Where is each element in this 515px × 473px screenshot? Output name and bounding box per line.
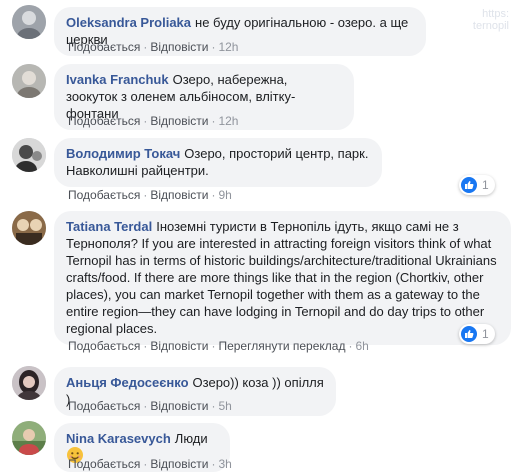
comment-actions: Подобається · Відповісти · 12h [68, 40, 238, 54]
watermark-line: https: [482, 8, 509, 20]
comment-timestamp[interactable]: 9h [218, 188, 231, 202]
separator: · [211, 399, 216, 413]
like-link[interactable]: Подобається [68, 40, 140, 54]
commenter-name[interactable]: Володимир Токач [66, 146, 180, 161]
comment-actions: Подобається · Відповісти · 5h [68, 399, 232, 413]
like-link[interactable]: Подобається [68, 188, 140, 202]
commenter-name[interactable]: Ivanka Franchuk [66, 72, 169, 87]
comment-bubble: Володимир Токач Озеро, просторий центр, п… [54, 138, 382, 187]
commenter-name[interactable]: Oleksandra Proliaka [66, 15, 191, 30]
comment-text: Іноземні туристи в Тернопіль ідуть, якщо… [66, 219, 497, 336]
comment-actions: Подобається · Відповісти · 9h [68, 188, 232, 202]
comment-text: Люди [174, 431, 208, 446]
thumbs-up-icon [461, 326, 477, 342]
separator: · [348, 339, 353, 353]
comment-actions: Подобається · Відповісти · Переглянути перек… [68, 339, 369, 353]
separator: · [211, 339, 216, 353]
avatar[interactable] [12, 64, 46, 98]
separator: · [143, 40, 148, 54]
like-link[interactable]: Подобається [68, 339, 140, 353]
avatar[interactable] [12, 421, 46, 455]
thumbs-up-icon [461, 177, 477, 193]
reply-link[interactable]: Відповісти [150, 457, 208, 471]
reply-link[interactable]: Відповісти [150, 40, 208, 54]
comment-actions: Подобається · Відповісти · 12h [68, 114, 238, 128]
reply-link[interactable]: Відповісти [150, 114, 208, 128]
watermark-line: ternopil [472, 20, 509, 32]
reply-link[interactable]: Відповісти [150, 339, 208, 353]
comment-timestamp[interactable]: 5h [218, 399, 231, 413]
avatar[interactable] [12, 5, 46, 39]
separator: · [211, 457, 216, 471]
separator: · [143, 457, 148, 471]
separator: · [143, 399, 148, 413]
comment-timestamp[interactable]: 12h [218, 40, 238, 54]
avatar[interactable] [12, 366, 46, 400]
commenter-name[interactable]: Tatiana Terdal [66, 219, 152, 234]
comment-bubble: Tatiana Terdal Іноземні туристи в Тернопі… [54, 211, 511, 345]
comment-timestamp[interactable]: 3h [218, 457, 231, 471]
like-link[interactable]: Подобається [68, 114, 140, 128]
commenter-name[interactable]: Аньця Федосеєнко [66, 375, 189, 390]
reply-link[interactable]: Відповісти [150, 188, 208, 202]
separator: · [211, 114, 216, 128]
reaction-count: 1 [482, 327, 489, 341]
comment-timestamp[interactable]: 12h [218, 114, 238, 128]
commenter-name[interactable]: Nina Karasevych [66, 431, 171, 446]
reaction-count: 1 [482, 178, 489, 192]
comment-actions: Подобається · Відповісти · 3h [68, 457, 232, 471]
avatar[interactable] [12, 211, 46, 245]
site-watermark: https: ternopil [473, 8, 509, 32]
separator: · [143, 188, 148, 202]
see-translation-link[interactable]: Переглянути переклад [218, 339, 345, 353]
comment-timestamp[interactable]: 6h [355, 339, 368, 353]
reply-link[interactable]: Відповісти [150, 399, 208, 413]
separator: · [143, 114, 148, 128]
separator: · [211, 40, 216, 54]
separator: · [143, 339, 148, 353]
separator: · [211, 188, 216, 202]
like-link[interactable]: Подобається [68, 457, 140, 471]
like-link[interactable]: Подобається [68, 399, 140, 413]
reaction-count-badge[interactable]: 1 [459, 175, 495, 195]
reaction-count-badge[interactable]: 1 [459, 324, 495, 344]
avatar[interactable] [12, 138, 46, 172]
